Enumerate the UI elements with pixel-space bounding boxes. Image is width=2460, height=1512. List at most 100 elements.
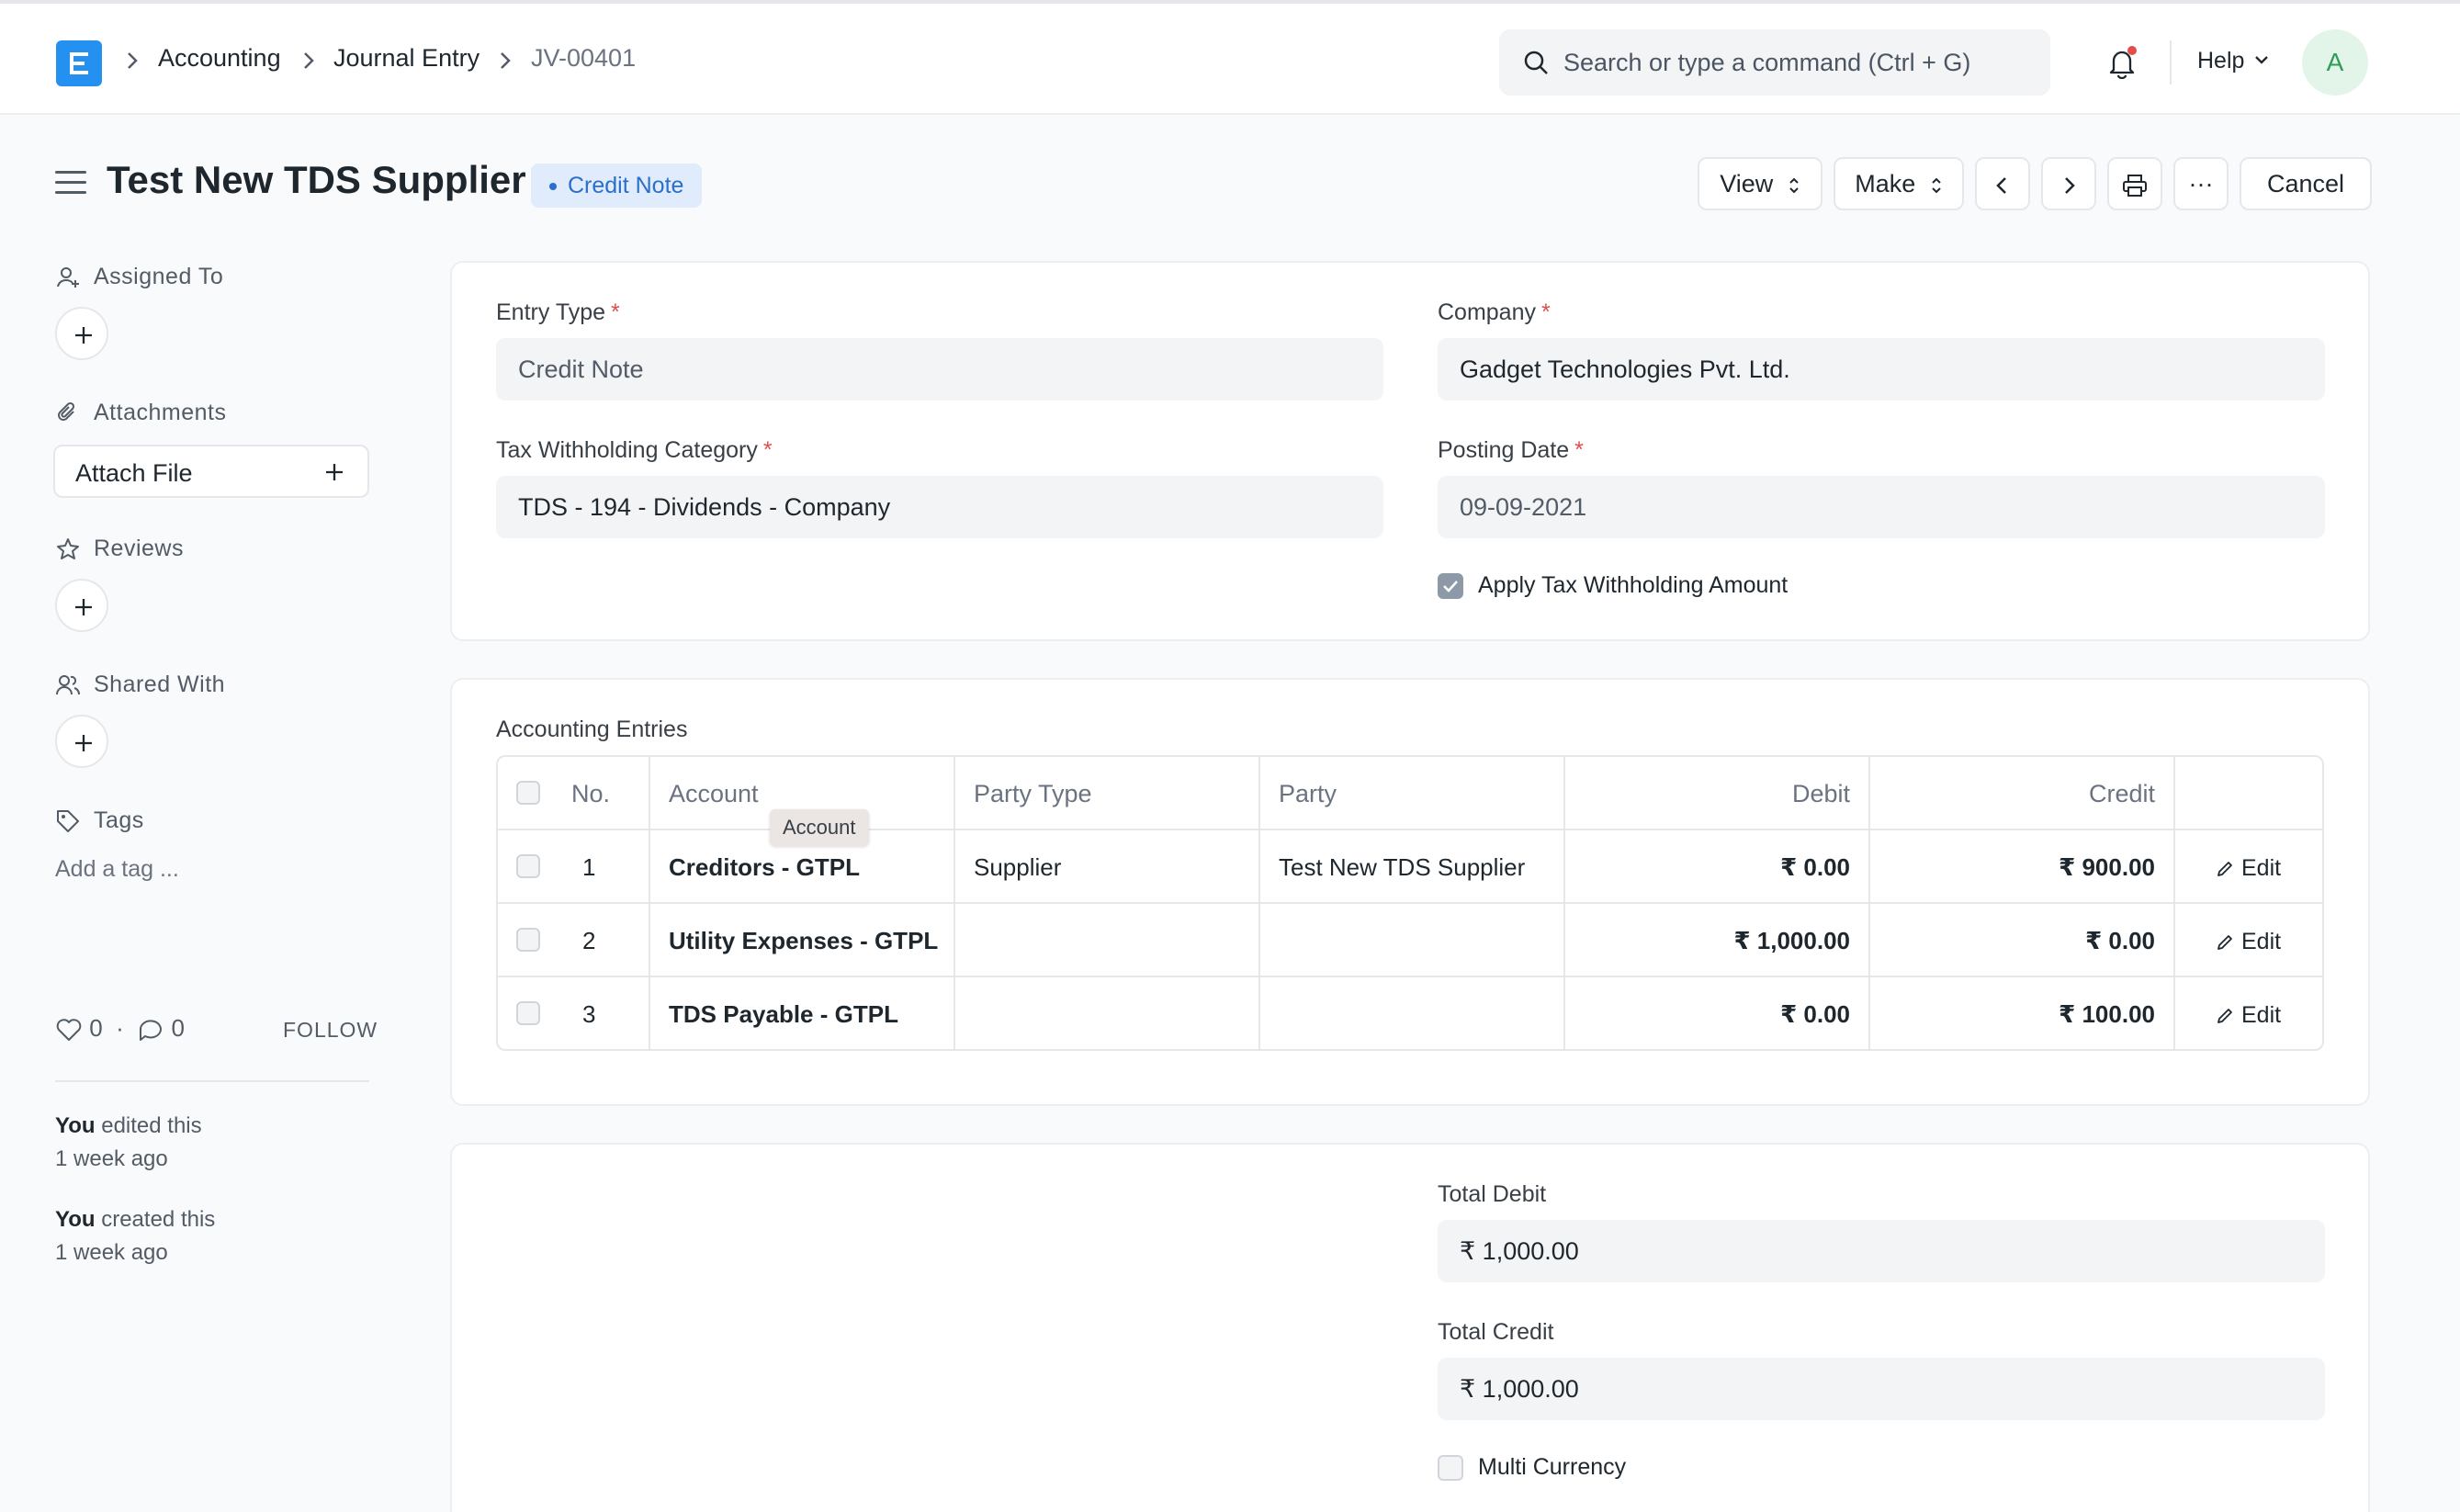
timeline-user: You bbox=[55, 1113, 96, 1138]
previous-button[interactable] bbox=[1975, 157, 2030, 210]
page-title: Test New TDS Supplier bbox=[107, 158, 526, 201]
edit-label: Edit bbox=[2241, 1002, 2282, 1028]
chevron-right-icon bbox=[128, 52, 138, 69]
row-credit[interactable]: ₹ 100.00 bbox=[1870, 977, 2175, 1049]
pencil-icon bbox=[2217, 862, 2232, 877]
table-row[interactable]: 2 Utility Expenses - GTPL ₹ 1,000.00 ₹ 0… bbox=[498, 904, 2322, 977]
multi-currency-checkbox[interactable] bbox=[1438, 1455, 1463, 1481]
more-options-button[interactable]: ··· bbox=[2173, 157, 2229, 210]
total-debit-field: ₹ 1,000.00 bbox=[1438, 1220, 2325, 1282]
sort-updown-icon bbox=[1932, 177, 1941, 194]
navbar: Accounting Journal Entry JV-00401 Help A bbox=[0, 0, 2460, 115]
header-debit[interactable]: Debit bbox=[1565, 757, 1870, 830]
row-debit[interactable]: ₹ 1,000.00 bbox=[1565, 904, 1870, 977]
apply-tax-withholding-checkbox[interactable] bbox=[1438, 573, 1463, 599]
follow-button[interactable]: FOLLOW bbox=[283, 1018, 378, 1043]
accounting-entries-table: No. Account Party Type Party Debit Credi… bbox=[496, 755, 2324, 1051]
row-party[interactable] bbox=[1260, 904, 1565, 977]
row-party-type[interactable] bbox=[955, 977, 1260, 1049]
plus-icon bbox=[75, 327, 92, 344]
attachments-label: Attachments bbox=[94, 400, 227, 425]
view-button-label: View bbox=[1720, 170, 1774, 197]
make-button[interactable]: Make bbox=[1834, 157, 1964, 210]
row-account[interactable]: TDS Payable - GTPL bbox=[650, 977, 955, 1049]
row-debit[interactable]: ₹ 0.00 bbox=[1565, 830, 1870, 904]
tax-withholding-category-label: Tax Withholding Category * bbox=[496, 437, 773, 463]
header-actions bbox=[2175, 757, 2322, 830]
next-button[interactable] bbox=[2041, 157, 2096, 210]
row-party[interactable] bbox=[1260, 977, 1565, 1049]
company-label: Company * bbox=[1438, 299, 1551, 325]
pencil-icon bbox=[2217, 935, 2232, 951]
timeline-time: 1 week ago bbox=[55, 1240, 168, 1265]
timeline-action: edited this bbox=[101, 1113, 202, 1138]
app-logo-icon[interactable] bbox=[56, 40, 102, 86]
posting-date-field[interactable]: 09-09-2021 bbox=[1438, 476, 2325, 538]
pencil-icon bbox=[2217, 1009, 2232, 1024]
row-credit[interactable]: ₹ 0.00 bbox=[1870, 904, 2175, 977]
add-tag-link[interactable]: Add a tag ... bbox=[55, 856, 179, 883]
row-edit-button[interactable]: Edit bbox=[2175, 977, 2322, 1049]
row-party[interactable]: Test New TDS Supplier bbox=[1260, 830, 1565, 904]
entry-type-field[interactable]: Credit Note bbox=[496, 338, 1383, 401]
row-party-type[interactable]: Supplier bbox=[955, 830, 1260, 904]
header-credit[interactable]: Credit bbox=[1870, 757, 2175, 830]
reviews-label: Reviews bbox=[94, 536, 184, 561]
chevron-left-icon bbox=[1996, 176, 2006, 194]
plus-icon bbox=[75, 599, 92, 615]
total-debit-label: Total Debit bbox=[1438, 1181, 1547, 1207]
header-party[interactable]: Party bbox=[1260, 757, 1565, 830]
attach-file-label: Attach File bbox=[75, 459, 193, 487]
add-review-button[interactable] bbox=[55, 579, 108, 632]
help-menu[interactable]: Help bbox=[2197, 48, 2244, 74]
check-icon bbox=[1443, 581, 1458, 592]
breadcrumb-accounting[interactable]: Accounting bbox=[158, 44, 281, 73]
notification-dot bbox=[2127, 46, 2137, 55]
column-tooltip: Account bbox=[770, 809, 869, 846]
plus-icon bbox=[326, 464, 343, 480]
sidebar-toggle-icon[interactable] bbox=[55, 171, 86, 197]
tax-withholding-category-field[interactable]: TDS - 194 - Dividends - Company bbox=[496, 476, 1383, 538]
table-row[interactable]: 3 TDS Payable - GTPL ₹ 0.00 ₹ 100.00 Edi… bbox=[498, 977, 2322, 1049]
search-input[interactable] bbox=[1563, 46, 2032, 79]
user-avatar[interactable]: A bbox=[2302, 29, 2368, 96]
company-field[interactable]: Gadget Technologies Pvt. Ltd. bbox=[1438, 338, 2325, 401]
row-credit[interactable]: ₹ 900.00 bbox=[1870, 830, 2175, 904]
chevron-right-icon bbox=[2065, 176, 2075, 194]
comment-icon[interactable] bbox=[137, 1017, 164, 1043]
row-edit-button[interactable]: Edit bbox=[2175, 904, 2322, 977]
apply-tax-withholding-label: Apply Tax Withholding Amount bbox=[1478, 572, 1789, 598]
paperclip-icon bbox=[58, 401, 75, 421]
add-assignee-button[interactable] bbox=[55, 307, 108, 360]
row-no: 3 bbox=[498, 977, 650, 1049]
separator-dot: · bbox=[108, 1014, 131, 1042]
search-bar[interactable] bbox=[1499, 29, 2050, 96]
row-debit[interactable]: ₹ 0.00 bbox=[1565, 977, 1870, 1049]
breadcrumb-journal-entry[interactable]: Journal Entry bbox=[333, 44, 480, 73]
nav-divider bbox=[2170, 40, 2172, 85]
cancel-button-label: Cancel bbox=[2266, 170, 2345, 197]
cancel-button[interactable]: Cancel bbox=[2240, 157, 2372, 210]
ellipsis-icon: ··· bbox=[2188, 170, 2214, 197]
timeline-item: You created this 1 week ago bbox=[55, 1203, 215, 1269]
make-button-label: Make bbox=[1855, 170, 1916, 197]
row-edit-button[interactable]: Edit bbox=[2175, 830, 2322, 904]
header-party-type[interactable]: Party Type bbox=[955, 757, 1260, 830]
user-assign-icon bbox=[57, 267, 79, 288]
attach-file-button[interactable]: Attach File bbox=[53, 445, 369, 498]
breadcrumb-document-id[interactable]: JV-00401 bbox=[531, 44, 636, 73]
header-no: No. bbox=[498, 757, 650, 830]
view-button[interactable]: View bbox=[1698, 157, 1822, 210]
status-badge: Credit Note bbox=[531, 164, 703, 208]
add-share-button[interactable] bbox=[55, 715, 108, 768]
heart-icon[interactable] bbox=[55, 1017, 83, 1043]
row-party-type[interactable] bbox=[955, 904, 1260, 977]
print-button[interactable] bbox=[2107, 157, 2162, 210]
edit-label: Edit bbox=[2241, 855, 2282, 881]
row-account[interactable]: Utility Expenses - GTPL bbox=[650, 904, 955, 977]
total-credit-field: ₹ 1,000.00 bbox=[1438, 1358, 2325, 1420]
chevron-down-icon[interactable] bbox=[2252, 53, 2271, 68]
star-icon bbox=[57, 538, 79, 559]
timeline-item: You edited this 1 week ago bbox=[55, 1110, 202, 1176]
multi-currency-label: Multi Currency bbox=[1478, 1454, 1627, 1480]
